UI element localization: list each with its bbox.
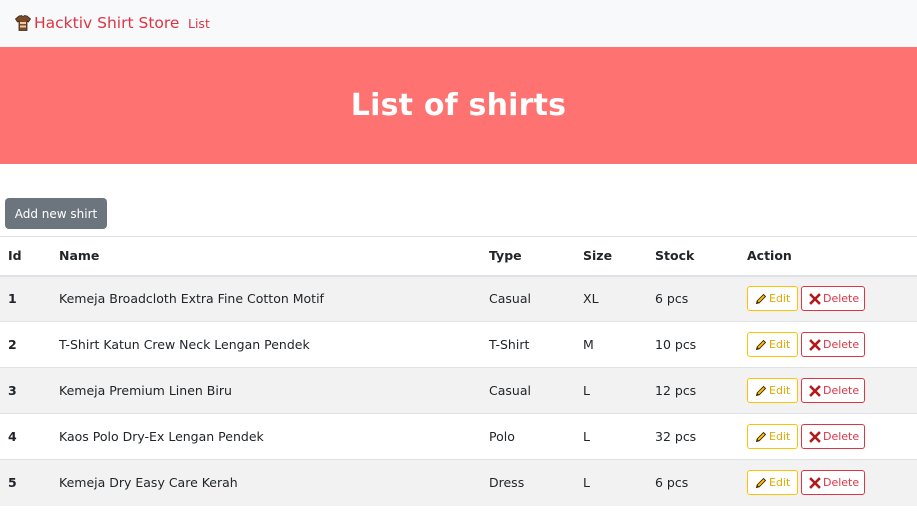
delete-button[interactable]: Delete (801, 378, 865, 403)
close-icon (809, 430, 821, 443)
table-row: 5 Kemeja Dry Easy Care Kerah Dress L 6 pcs Ed… (0, 459, 917, 506)
pencil-icon (755, 293, 767, 304)
edit-button[interactable]: Edit (747, 424, 798, 449)
close-icon (809, 384, 821, 397)
delete-label: Delete (823, 384, 860, 397)
cell-action: Edit Delete (747, 413, 917, 460)
header-stock: Stock (655, 236, 747, 277)
close-icon (809, 338, 821, 351)
nav-link-list[interactable]: List (188, 16, 210, 31)
cell-id: 4 (0, 413, 59, 460)
cell-size: L (583, 413, 655, 460)
table-header-row: Id Name Type Size Stock Action (0, 236, 917, 277)
cell-action: Edit Delete (747, 459, 917, 506)
delete-button[interactable]: Delete (801, 424, 865, 449)
header-action: Action (747, 236, 917, 277)
cell-name: T-Shirt Katun Crew Neck Lengan Pendek (59, 321, 489, 368)
cell-size: M (583, 321, 655, 368)
delete-label: Delete (823, 338, 860, 351)
table-row: 4 Kaos Polo Dry-Ex Lengan Pendek Polo L 32 p… (0, 413, 917, 460)
edit-button[interactable]: Edit (747, 378, 798, 403)
cell-name: Kaos Polo Dry-Ex Lengan Pendek (59, 413, 489, 460)
table-row: 2 T-Shirt Katun Crew Neck Lengan Pendek T-… (0, 321, 917, 368)
cell-id: 1 (0, 275, 59, 322)
edit-button[interactable]: Edit (747, 332, 798, 357)
cell-size: L (583, 459, 655, 506)
close-icon (809, 476, 821, 489)
edit-label: Edit (769, 292, 791, 306)
cell-type: Polo (489, 413, 583, 460)
delete-button[interactable]: Delete (801, 286, 865, 312)
cell-stock: 6 pcs (655, 275, 747, 322)
cell-stock: 10 pcs (655, 321, 747, 368)
pencil-icon (755, 431, 767, 442)
cell-id: 5 (0, 459, 59, 506)
cell-id: 3 (0, 367, 59, 414)
pencil-icon (755, 385, 767, 396)
cell-id: 2 (0, 321, 59, 368)
edit-button[interactable]: Edit (747, 470, 798, 496)
table-row: 1 Kemeja Broadcloth Extra Fine Cotton Mot… (0, 275, 917, 322)
edit-label: Edit (769, 338, 791, 351)
shirts-table: Id Name Type Size Stock Action 1 Kemeja B… (0, 236, 917, 506)
navbar: Hacktiv Shirt Store List (0, 0, 917, 47)
cell-size: L (583, 367, 655, 414)
header-name: Name (59, 236, 489, 277)
cell-name: Kemeja Premium Linen Biru (59, 367, 489, 414)
cell-action: Edit Delete (747, 367, 917, 414)
delete-button[interactable]: Delete (801, 470, 865, 496)
header-size: Size (583, 236, 655, 277)
cell-type: Casual (489, 275, 583, 322)
header-type: Type (489, 236, 583, 277)
cell-type: Casual (489, 367, 583, 414)
edit-label: Edit (769, 476, 791, 490)
pencil-icon (755, 477, 767, 488)
edit-button[interactable]: Edit (747, 286, 798, 312)
delete-label: Delete (823, 292, 860, 306)
close-icon (809, 292, 821, 305)
shirt-icon (14, 15, 32, 31)
cell-stock: 6 pcs (655, 459, 747, 506)
header-id: Id (0, 236, 59, 277)
edit-label: Edit (769, 384, 791, 397)
edit-label: Edit (769, 430, 791, 443)
table-row: 3 Kemeja Premium Linen Biru Casual L 12 pcs E… (0, 367, 917, 414)
cell-action: Edit Delete (747, 275, 917, 322)
cell-type: Dress (489, 459, 583, 506)
delete-label: Delete (823, 476, 860, 490)
add-shirt-button[interactable]: Add new shirt (5, 198, 107, 229)
cell-name: Kemeja Broadcloth Extra Fine Cotton Moti… (59, 275, 489, 322)
cell-action: Edit Delete (747, 321, 917, 368)
brand-name: Hacktiv Shirt Store (34, 14, 180, 32)
hero-banner: List of shirts (0, 47, 917, 164)
delete-button[interactable]: Delete (801, 332, 865, 357)
cell-stock: 12 pcs (655, 367, 747, 414)
page-title: List of shirts (350, 88, 567, 123)
brand-link[interactable]: Hacktiv Shirt Store (14, 12, 179, 34)
cell-name: Kemeja Dry Easy Care Kerah (59, 459, 489, 506)
delete-label: Delete (823, 430, 860, 443)
cell-size: XL (583, 275, 655, 322)
cell-stock: 32 pcs (655, 413, 747, 460)
pencil-icon (755, 339, 767, 350)
cell-type: T-Shirt (489, 321, 583, 368)
